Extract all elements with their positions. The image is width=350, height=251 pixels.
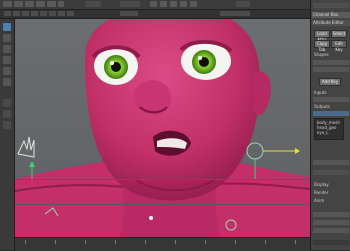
add-key-button[interactable]: Add Key [319,78,341,86]
toolbar-button[interactable] [170,1,177,7]
toolbox [0,19,15,250]
shelf-button[interactable] [22,11,29,16]
workspace-selector[interactable] [120,1,140,7]
layout-icon[interactable] [3,99,11,107]
channel-box-panel: Channel Box Attribute Editor Load Attrs … [310,0,350,250]
layer-label: Display [314,182,329,187]
section-label: Inputs [314,90,327,95]
shelf-button[interactable] [13,11,20,16]
section-label: Shapes [314,52,329,57]
edit-key-button[interactable]: Edit Key [331,40,347,52]
layer-label: Anim [314,198,325,203]
scale-tool-icon[interactable] [3,78,11,86]
attribute-row[interactable] [313,160,349,165]
layout-icon[interactable] [3,110,11,118]
panel-toolbar [313,3,349,8]
shelf-button[interactable] [67,11,74,16]
toolbar-button[interactable] [160,1,167,7]
select-tool-icon[interactable] [3,23,11,31]
maya-window: Channel Box Attribute Editor Load Attrs … [0,0,350,251]
tab-attribute-editor[interactable]: Attribute Editor [312,20,350,26]
shelf-button[interactable] [4,11,11,16]
lasso-tool-icon[interactable] [3,34,11,42]
attribute-row[interactable] [313,170,349,175]
menu-modify[interactable] [47,1,56,7]
shelf-button[interactable] [120,11,138,16]
toolbar-button[interactable] [150,1,157,7]
shelf-button[interactable] [31,11,38,16]
attribute-row[interactable] [313,60,349,65]
character-ear[interactable] [253,71,272,115]
menu-display[interactable] [58,1,64,7]
hand-icon[interactable] [17,136,35,158]
status-line [0,10,310,19]
attribute-row[interactable] [313,97,349,102]
menu-windows[interactable] [85,1,101,7]
menu-select[interactable] [36,1,45,7]
layer-label: Render [314,190,329,195]
attribute-row-selected[interactable] [313,111,349,116]
panel-footer [313,240,349,245]
list-item[interactable]: eye_L [317,130,329,135]
layer-row[interactable] [313,228,349,233]
layer-row[interactable] [313,220,349,225]
time-slider[interactable] [15,237,310,251]
attribute-row[interactable] [313,67,349,72]
shelf-button[interactable] [220,11,250,16]
menu-bar [0,0,350,10]
viewport-3d[interactable] [15,19,310,237]
menu-file[interactable] [3,1,12,7]
menu-create[interactable] [25,1,34,7]
section-label: Outputs [314,104,330,109]
copy-tab-button[interactable]: Copy Tab [314,40,330,52]
paint-tool-icon[interactable] [3,45,11,53]
layout-icon[interactable] [3,121,11,129]
tab-channel-box[interactable]: Channel Box [312,12,350,18]
toolbar-button[interactable] [190,1,197,7]
shelf-button[interactable] [40,11,47,16]
grid-line [15,179,310,180]
select-button[interactable]: Select [331,30,347,38]
move-tool-icon[interactable] [3,56,11,64]
load-attrs-button[interactable]: Load Attrs [314,30,330,42]
outliner-list[interactable]: body_mesh head_geo eye_L [314,118,344,140]
toolbar-button[interactable] [180,1,187,7]
rotate-tool-icon[interactable] [3,67,11,75]
pivot-icon [149,216,153,220]
search-field[interactable] [236,1,250,7]
grid-line [15,204,310,205]
layer-row[interactable] [313,212,349,217]
shelf-button[interactable] [58,11,65,16]
shelf-button[interactable] [49,11,56,16]
menu-edit[interactable] [14,1,23,7]
